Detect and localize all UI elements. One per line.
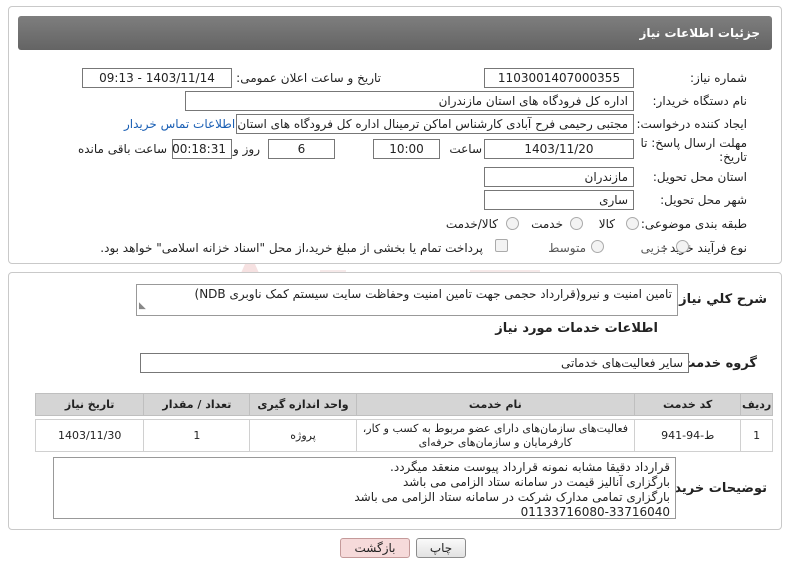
table-header-row: ردیف کد خدمت نام خدمت واحد اندازه گیری ت…: [34, 393, 773, 416]
column-header-service-name: نام خدمت: [355, 393, 636, 416]
process-type-label: نوع فرآیند خرید :: [662, 241, 747, 255]
column-header-row-number: ردیف: [740, 393, 773, 416]
buyer-notes-line: قرارداد دقیقا مشابه نمونه قرارداد پیوست …: [390, 460, 670, 474]
remaining-days-field: 6: [268, 139, 335, 159]
delivery-city-label: شهر محل تحویل:: [660, 193, 747, 207]
delivery-province-label: استان محل تحویل:: [652, 170, 747, 184]
category-goods-service-radio[interactable]: [506, 217, 519, 230]
buyer-contact-link[interactable]: اطلاعات تماس خریدار: [124, 117, 235, 131]
service-group-label: گروه خدمت:: [677, 356, 757, 371]
column-header-need-date: تاریخ نیاز: [34, 393, 145, 416]
treasury-payment-note: پرداخت تمام یا بخشی از مبلغ خرید،از محل …: [100, 241, 483, 255]
cell-unit: پروژه: [249, 419, 357, 452]
buyer-notes-textarea: قرارداد دقیقا مشابه نمونه قرارداد پیوست …: [53, 457, 676, 519]
process-minor-radio[interactable]: [676, 240, 689, 253]
category-service-radio[interactable]: [570, 217, 583, 230]
cell-row-number: 1: [740, 419, 773, 452]
column-header-unit: واحد اندازه گیری: [249, 393, 357, 416]
service-group-field: سایر فعالیت‌های خدماتی: [140, 353, 689, 373]
resize-handle-icon[interactable]: ◢: [139, 299, 146, 314]
buyer-notes-line: 01133716080-33716040: [520, 505, 670, 519]
deadline-time-field: 10:00: [373, 139, 440, 159]
cell-service-code: ط-94-941: [634, 419, 742, 452]
category-goods-service-label: کالا/خدمت: [445, 217, 498, 231]
process-medium-label: متوسط: [548, 241, 586, 255]
category-label: طبقه بندی موضوعی:: [640, 217, 747, 231]
buyer-org-field: اداره کل فرودگاه های استان مازندران: [185, 91, 634, 111]
table-row: 1 ط-94-941 فعالیت‌های سازمان‌های دارای ع…: [34, 419, 773, 452]
delivery-city-field: ساری: [484, 190, 634, 210]
cell-service-name: فعالیت‌های سازمان‌های دارای عضو مربوط به…: [355, 419, 636, 452]
column-header-quantity: تعداد / مقدار: [143, 393, 251, 416]
page-title: جزئیات اطلاعات نیاز: [18, 16, 772, 50]
treasury-payment-checkbox[interactable]: [495, 239, 508, 252]
back-button[interactable]: بازگشت: [340, 538, 410, 558]
creator-field: مجتبی رحیمی فرح آبادی کارشناس اماکن ترمی…: [236, 114, 634, 134]
need-number-label: شماره نیاز:: [690, 71, 747, 85]
summary-text: تامین امنیت و نیرو(قرارداد حجمی جهت تامی…: [194, 287, 673, 301]
summary-textarea: تامین امنیت و نیرو(قرارداد حجمی جهت تامی…: [136, 284, 678, 316]
deadline-date-label: تاریخ:: [719, 150, 747, 164]
services-section-title: اطلاعات خدمات مورد نیاز: [495, 321, 658, 336]
process-medium-radio[interactable]: [591, 240, 604, 253]
summary-label: شرح کلي نياز:: [673, 292, 767, 307]
creator-label: ایجاد کننده درخواست:: [636, 117, 747, 131]
cell-need-date: 1403/11/30: [34, 419, 145, 452]
deadline-time-label: ساعت: [449, 142, 482, 156]
buyer-notes-line: بارگزاری آنالیز قیمت در سامانه ستاد الزا…: [402, 475, 670, 489]
deadline-label: مهلت ارسال پاسخ: تا: [640, 136, 747, 150]
remaining-time-label: ساعت باقی مانده: [77, 142, 167, 156]
deadline-date-field: 1403/11/20: [484, 139, 634, 159]
services-table: ردیف کد خدمت نام خدمت واحد اندازه گیری ت…: [34, 393, 773, 452]
need-number-field: 1103001407000355: [484, 68, 634, 88]
announce-datetime-label: تاریخ و ساعت اعلان عمومی:: [236, 71, 381, 85]
announce-datetime-field: 1403/11/14 - 09:13: [82, 68, 232, 88]
remaining-time-field: 00:18:31: [172, 139, 232, 159]
delivery-province-field: مازندران: [484, 167, 634, 187]
print-button[interactable]: چاپ: [416, 538, 466, 558]
category-service-label: خدمت: [531, 217, 563, 231]
column-header-service-code: کد خدمت: [634, 393, 742, 416]
category-goods-label: کالا: [598, 217, 615, 231]
days-label: روز و: [233, 142, 260, 156]
process-minor-label: جزیی: [640, 241, 668, 255]
buyer-org-label: نام دستگاه خریدار:: [652, 94, 748, 108]
buyer-notes-line: بارگزاری تمامی مدارک شرکت در سامانه ستاد…: [354, 490, 670, 504]
cell-quantity: 1: [143, 419, 251, 452]
category-goods-radio[interactable]: [626, 217, 639, 230]
